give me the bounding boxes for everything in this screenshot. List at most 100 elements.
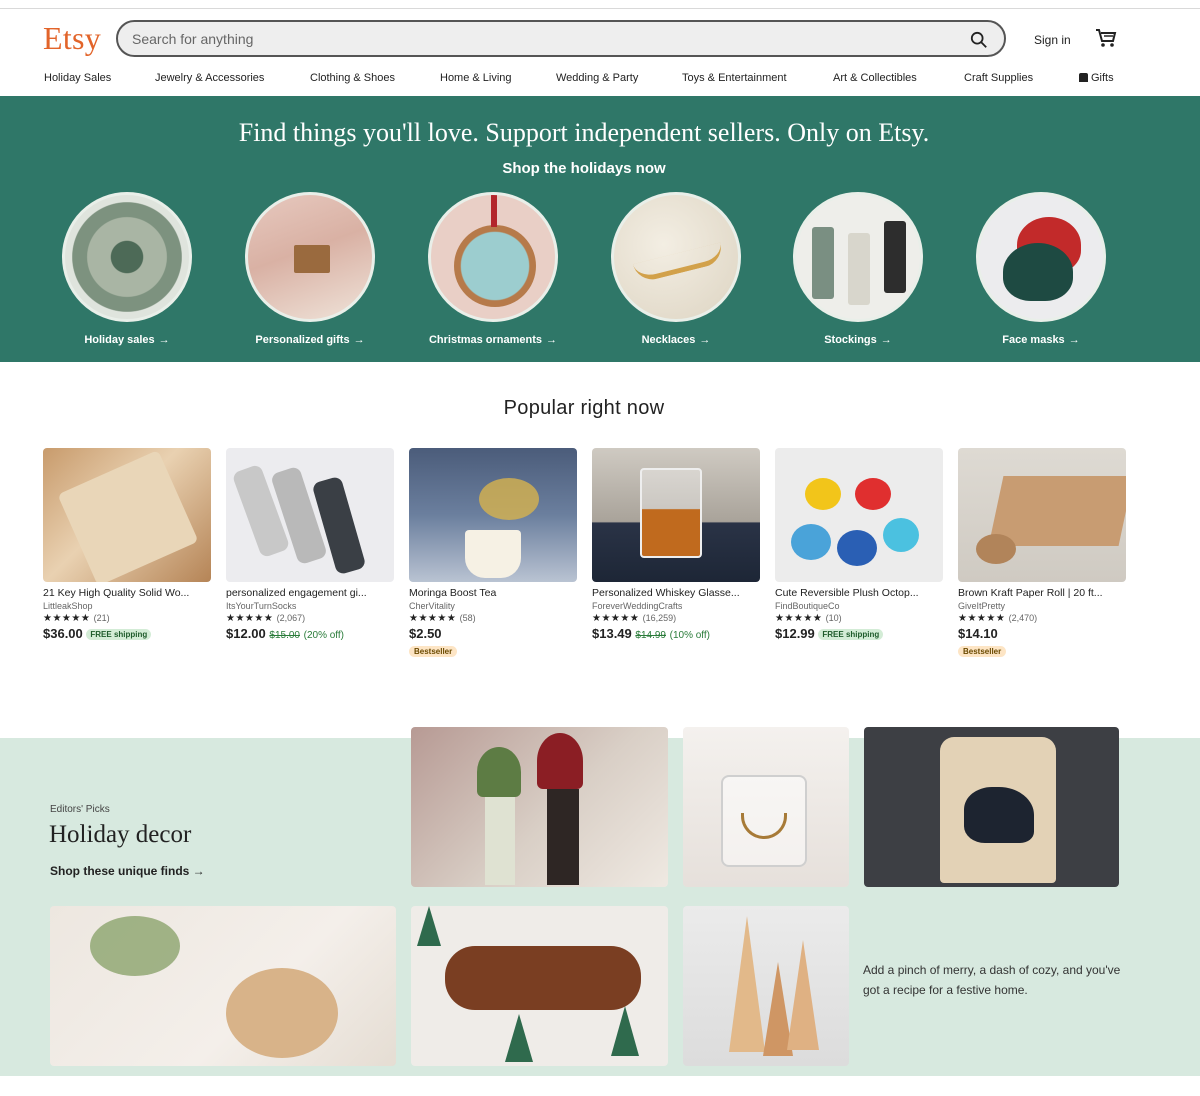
shop-name: LittleakShop xyxy=(43,601,93,611)
editors-picks-eyebrow: Editors' Picks xyxy=(50,804,110,815)
editors-picks-title: Holiday decor xyxy=(49,821,192,848)
category-label: Christmas ornaments xyxy=(428,334,543,346)
picks-image-wood-trees[interactable] xyxy=(683,906,849,1066)
search-input[interactable] xyxy=(132,31,932,47)
sign-in-link[interactable]: Sign in xyxy=(1034,33,1071,47)
etsy-logo[interactable]: Etsy xyxy=(43,20,101,57)
gift-icon xyxy=(1079,73,1088,82)
nav-home-living[interactable]: Home & Living xyxy=(440,72,512,84)
category-face-masks[interactable]: Face masks → xyxy=(951,192,1131,346)
product-image-kraft-paper xyxy=(958,448,1126,582)
product-card[interactable]: 21 Key High Quality Solid Wo... Littleak… xyxy=(43,448,211,641)
picks-image-tree-tray[interactable] xyxy=(411,906,668,1066)
nav-craft[interactable]: Craft Supplies xyxy=(964,72,1033,84)
product-title: Brown Kraft Paper Roll | 20 ft... xyxy=(958,587,1103,599)
search-bar[interactable] xyxy=(116,20,1006,57)
product-image-whiskey-glass xyxy=(592,448,760,582)
nav-art[interactable]: Art & Collectibles xyxy=(833,72,917,84)
nav-gifts[interactable]: Gifts xyxy=(1079,72,1114,84)
shop-name: FindBoutiqueCo xyxy=(775,601,840,611)
original-price: $14.99 xyxy=(635,630,666,641)
product-title: Moringa Boost Tea xyxy=(409,587,497,599)
original-price: $15.00 xyxy=(269,630,300,641)
category-label: Personalized gifts xyxy=(255,334,350,346)
product-title: 21 Key High Quality Solid Wo... xyxy=(43,587,190,599)
arrow-right-icon: → xyxy=(546,334,558,346)
category-holiday-sales[interactable]: Holiday sales → xyxy=(37,192,217,346)
picks-image-dino-bag[interactable] xyxy=(864,727,1119,887)
category-label: Face masks xyxy=(1002,334,1065,346)
arrow-right-icon: → xyxy=(1068,334,1080,346)
product-card[interactable]: Cute Reversible Plush Octop... FindBouti… xyxy=(775,448,943,641)
product-title: Cute Reversible Plush Octop... xyxy=(775,587,919,599)
free-shipping-badge: FREE shipping xyxy=(818,629,884,640)
necklace-image xyxy=(611,192,741,322)
product-title: personalized engagement gi... xyxy=(226,587,367,599)
picks-image-family-ornament[interactable] xyxy=(50,906,396,1066)
wreath-image xyxy=(62,192,192,322)
category-personalized-gifts[interactable]: Personalized gifts → xyxy=(220,192,400,346)
product-price: $12.00 $15.00 (20% off) xyxy=(226,626,344,641)
hero-banner: Find things you'll love. Support indepen… xyxy=(0,96,1200,362)
product-card[interactable]: personalized engagement gi... ItsYourTur… xyxy=(226,448,394,641)
arrow-right-icon: → xyxy=(353,334,365,346)
arrow-right-icon: → xyxy=(158,334,170,346)
discount: (20% off) xyxy=(303,630,344,641)
product-card[interactable]: Brown Kraft Paper Roll | 20 ft... GiveIt… xyxy=(958,448,1126,659)
picks-image-wine-hats[interactable] xyxy=(411,727,668,887)
section-title-popular: Popular right now xyxy=(503,397,665,419)
face-masks-image xyxy=(976,192,1106,322)
category-necklaces[interactable]: Necklaces → xyxy=(586,192,766,346)
shop-name: ForeverWeddingCrafts xyxy=(592,601,683,611)
product-image-kalimba xyxy=(43,448,211,582)
category-christmas-ornaments[interactable]: Christmas ornaments → xyxy=(403,192,583,346)
bestseller-badge: Bestseller xyxy=(409,646,458,657)
rating-stars: ★★★★★ (16,259) xyxy=(592,613,677,624)
top-divider xyxy=(0,8,1200,9)
product-image-tea xyxy=(409,448,577,582)
discount: (10% off) xyxy=(669,630,710,641)
category-label: Necklaces xyxy=(641,334,696,346)
nav-clothing[interactable]: Clothing & Shoes xyxy=(310,72,395,84)
product-price: $36.00 FREE shipping xyxy=(43,626,211,641)
nav-wedding[interactable]: Wedding & Party xyxy=(556,72,638,84)
picks-image-antler-glass[interactable] xyxy=(683,727,849,887)
product-card[interactable]: Moringa Boost Tea CherVitality ★★★★★ (58… xyxy=(409,448,577,659)
product-image-socks xyxy=(226,448,394,582)
shop-unique-finds-link[interactable]: Shop these unique finds → xyxy=(50,864,205,878)
hero-title: Find things you'll love. Support indepen… xyxy=(238,118,930,147)
free-shipping-badge: FREE shipping xyxy=(86,629,152,640)
category-stockings[interactable]: Stockings → xyxy=(768,192,948,346)
product-price: $13.49 $14.99 (10% off) xyxy=(592,626,710,641)
product-price: $2.50 xyxy=(409,626,442,641)
editors-picks-description: Add a pinch of merry, a dash of cozy, an… xyxy=(863,963,1121,997)
ornament-image xyxy=(428,192,558,322)
shop-name: ItsYourTurnSocks xyxy=(226,601,297,611)
product-image-octopus-plush xyxy=(775,448,943,582)
stockings-image xyxy=(793,192,923,322)
product-card[interactable]: Personalized Whiskey Glasse... ForeverWe… xyxy=(592,448,760,641)
category-label: Stockings xyxy=(824,334,877,346)
arrow-right-icon: → xyxy=(699,334,711,346)
search-icon[interactable] xyxy=(970,31,988,49)
bestseller-badge: Bestseller xyxy=(958,646,1007,657)
nav-toys[interactable]: Toys & Entertainment xyxy=(682,72,787,84)
product-title: Personalized Whiskey Glasse... xyxy=(592,587,740,599)
rating-stars: ★★★★★ (2,067) xyxy=(226,613,306,624)
product-price: $12.99 FREE shipping xyxy=(775,626,943,641)
rating-stars: ★★★★★ (21) xyxy=(43,613,110,624)
shop-name: GiveItPretty xyxy=(958,601,1006,611)
cart-icon[interactable] xyxy=(1095,28,1117,48)
product-price: $14.10 xyxy=(958,626,998,641)
nav-gifts-label: Gifts xyxy=(1091,72,1114,84)
nav-jewelry[interactable]: Jewelry & Accessories xyxy=(155,72,264,84)
blanket-image xyxy=(245,192,375,322)
hero-subtitle: Shop the holidays now xyxy=(502,160,666,177)
rating-stars: ★★★★★ (10) xyxy=(775,613,842,624)
nav-holiday-sales[interactable]: Holiday Sales xyxy=(44,72,111,84)
category-label: Holiday sales xyxy=(84,334,155,346)
arrow-right-icon: → xyxy=(880,334,892,346)
rating-stars: ★★★★★ (2,470) xyxy=(958,613,1038,624)
category-nav: Holiday Sales Jewelry & Accessories Clot… xyxy=(0,70,1200,92)
shop-name: CherVitality xyxy=(409,601,455,611)
